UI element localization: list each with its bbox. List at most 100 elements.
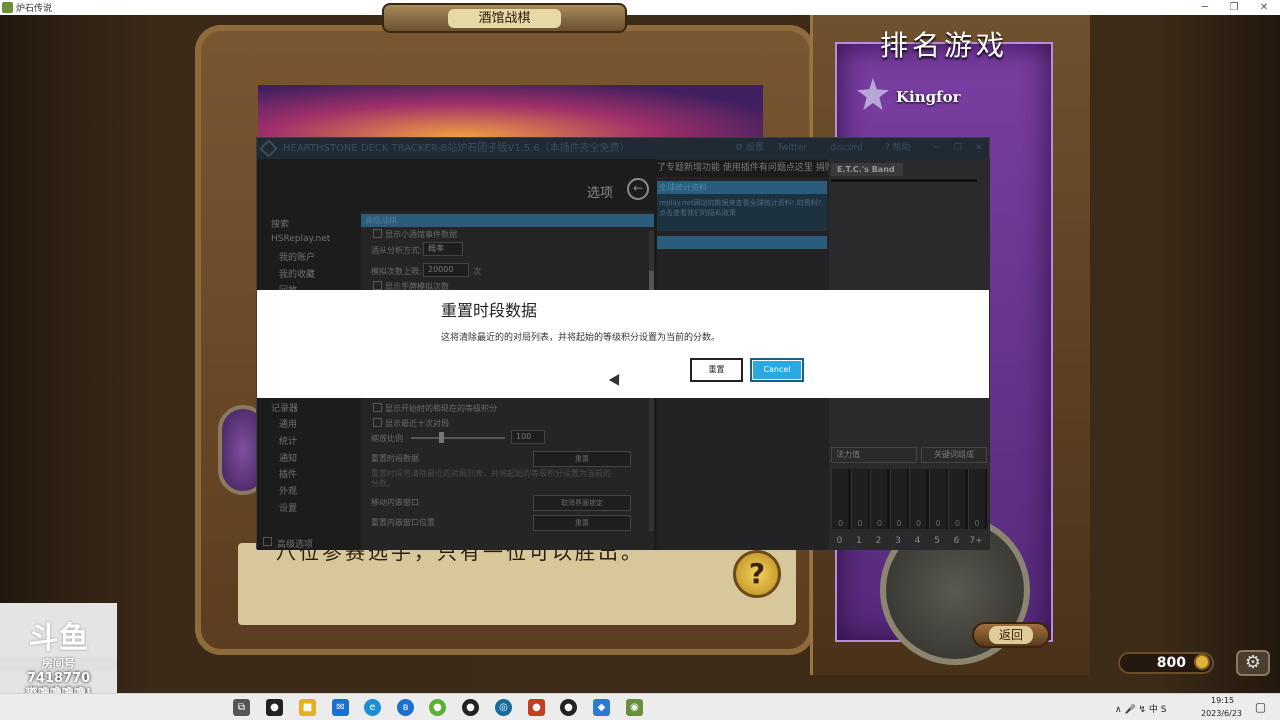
back-label: 返回 [988, 626, 1033, 644]
show-recent-label: 显示最近十次对局 [385, 419, 449, 428]
show-small-cards-label: 显示小酒馆事件数据 [385, 230, 457, 239]
gold-coin-icon [1194, 654, 1210, 670]
reset-session-desc: 重置时段将清除最近的对局列表，并将起始的等级积分设置为当前的分数。 [371, 469, 611, 488]
tracker-twitter-link[interactable]: Twitter [777, 138, 807, 159]
clock-time[interactable]: 19:15 [1211, 696, 1234, 705]
zoom-slider-thumb[interactable] [439, 432, 444, 443]
tracker-close-button[interactable]: ✕ [975, 138, 983, 159]
system-tray[interactable]: ∧ 🎤 ↯ 中 S [1115, 702, 1167, 715]
douyu-room-number: 7418770 [26, 671, 91, 686]
nav-plugins[interactable]: 插件 [279, 467, 297, 480]
battlenet-icon[interactable]: ◎ [495, 699, 512, 716]
show-hidden-checkbox[interactable] [373, 281, 382, 290]
analysis-mode-select[interactable]: 概率 [423, 242, 463, 256]
mana-label: 2 [875, 536, 882, 546]
reset-session-button[interactable]: 重置 [533, 451, 631, 467]
tracker-restore-button[interactable]: ❐ [954, 138, 962, 159]
mana-count: 0 [974, 519, 980, 528]
mode-plaque: 酒馆战棋 [382, 3, 627, 33]
mana-count: 0 [896, 519, 902, 528]
tracker-discord-link[interactable]: discord [830, 138, 863, 159]
settings-gear-icon[interactable]: ⚙ [1236, 650, 1270, 676]
mana-count: 0 [837, 519, 844, 528]
tracker-settings-link[interactable]: ⚙ 設置 [735, 138, 764, 159]
feature-links[interactable]: 了专题新增功能 使用插件有问题点这里 捐赠打赏 [657, 160, 852, 177]
tracker-help-link[interactable]: ? 帮助 [885, 138, 911, 159]
mana-label: 0 [836, 536, 843, 546]
help-button[interactable]: ? [733, 550, 781, 598]
tracker-logo-icon [259, 139, 278, 158]
notification-icon[interactable]: ▢ [1252, 699, 1269, 716]
zoom-slider[interactable] [411, 437, 505, 439]
mana-count: 0 [954, 519, 961, 528]
zoom-label: 缩放比例 [371, 434, 403, 443]
show-start-rank-label: 显示开始时的和现在的等级积分 [385, 404, 497, 413]
sim-limit-select[interactable]: 20000 [423, 263, 469, 277]
nav-search[interactable]: 搜索 [271, 217, 289, 230]
mana-bar-7+: 0 [967, 469, 985, 529]
close-button[interactable]: ✕ [1249, 0, 1279, 15]
blue-header-bar [657, 236, 827, 249]
app-titlebar: 炉石传说 ─ ❐ ✕ [0, 0, 1280, 15]
mana-count: 0 [876, 519, 883, 528]
mana-bar-5: 0 [928, 469, 946, 529]
mana-bar-3: 0 [889, 469, 907, 529]
mode-title: 酒馆战棋 [448, 9, 561, 28]
obs-icon[interactable]: ● [462, 699, 479, 716]
game-app-icon[interactable]: ● [528, 699, 545, 716]
nav-appearance[interactable]: 外观 [279, 484, 297, 497]
confirm-reset-button[interactable]: 重置 [690, 358, 743, 382]
file-explorer-icon[interactable]: ■ [299, 699, 316, 716]
bluetooth-app-icon[interactable]: ʙ [397, 699, 414, 716]
tracker-titlebar: HEARTHSTONE DECK TRACKER-B站炉石团子版V1.5.6（本… [257, 138, 989, 159]
back-arrow-icon[interactable]: ← [627, 178, 649, 200]
stats-info-header: 全球统计资料 [657, 181, 827, 194]
back-button[interactable]: 返回 [972, 622, 1050, 648]
show-start-rank-checkbox[interactable] [373, 403, 382, 412]
nav-general[interactable]: 通用 [279, 417, 297, 430]
mana-bar-0: 0 [831, 469, 848, 529]
green-app-icon[interactable]: ● [429, 699, 446, 716]
douyu-logo: 斗鱼 [28, 621, 89, 656]
mana-label: 5 [934, 536, 940, 546]
tracker-title: HEARTHSTONE DECK TRACKER-B站炉石团子版V1.5.6（本… [283, 143, 630, 154]
unlock-overlay-button[interactable]: 取消界面锁定 [533, 495, 631, 511]
nav-hsreplay[interactable]: HSReplay.net [271, 234, 330, 244]
tracker-minimize-button[interactable]: ─ [934, 138, 939, 159]
reset-overlay-label: 重置内嵌窗口位置 [371, 518, 435, 527]
mana-label: 4 [914, 536, 921, 546]
rank-title: 排名游戏 [879, 29, 1008, 62]
cancel-button[interactable]: Cancel [750, 358, 804, 382]
nav-account[interactable]: 我的账户 [279, 250, 315, 263]
minimize-button[interactable]: ─ [1190, 0, 1220, 15]
zoom-input[interactable]: 100 [511, 430, 545, 444]
nav-tracker[interactable]: 记录器 [271, 401, 298, 414]
qq-icon[interactable]: ● [266, 699, 283, 716]
hearthstone-icon[interactable]: ◉ [626, 699, 643, 716]
obs-2-icon[interactable]: ● [560, 699, 577, 716]
edge-icon[interactable]: e [364, 699, 381, 716]
mana-bar-2: 0 [870, 469, 887, 529]
mana-bar-1: 0 [850, 469, 868, 529]
dialog-message: 这将清除最近的的对局列表，并将起始的等级积分设置为当前的分数。 [441, 333, 721, 343]
restore-button[interactable]: ❐ [1219, 0, 1249, 15]
section-header: 高级战棋 [361, 214, 654, 227]
show-recent-checkbox[interactable] [373, 418, 382, 427]
nav-collection[interactable]: 我的收藏 [279, 267, 315, 280]
deck-name[interactable]: E.T.C.'s Band [831, 163, 903, 176]
mana-bar-4: 0 [909, 469, 926, 529]
task-view-icon[interactable]: ⧉ [233, 699, 250, 716]
keyword-composition-button[interactable]: 关键词组成 [921, 447, 987, 463]
app-icon [2, 2, 13, 13]
clock-date[interactable]: 2023/6/23 [1201, 709, 1242, 718]
nav-stats[interactable]: 统计 [279, 434, 297, 447]
nav-notifications[interactable]: 通知 [279, 451, 297, 464]
advanced-options-checkbox[interactable] [263, 537, 272, 546]
mana-filter-select[interactable]: 法力值 [831, 447, 917, 463]
tracker-app-icon[interactable]: ◆ [593, 699, 610, 716]
mail-icon[interactable]: ✉ [332, 699, 349, 716]
nav-settings[interactable]: 设置 [279, 501, 297, 514]
move-overlay-label: 移动内嵌窗口 [371, 498, 419, 507]
show-small-cards-checkbox[interactable] [373, 229, 382, 238]
reset-overlay-button[interactable]: 重置 [533, 515, 631, 531]
